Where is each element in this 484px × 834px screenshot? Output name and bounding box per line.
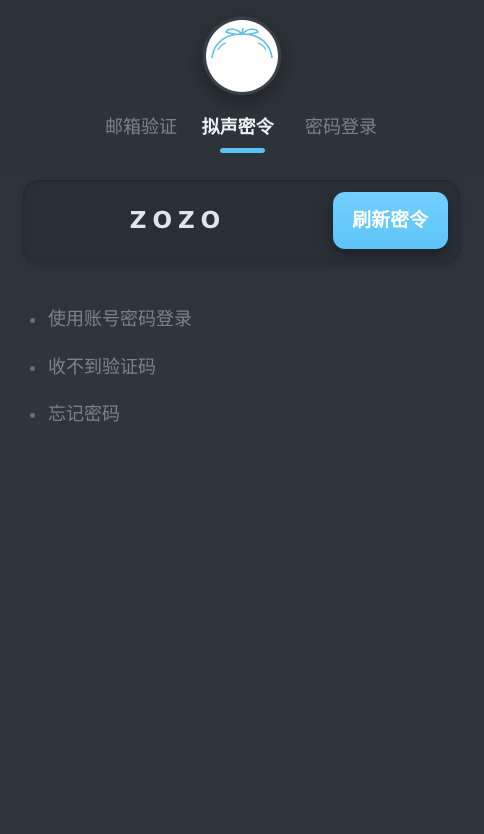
link-label: 使用账号密码登录: [48, 309, 192, 330]
login-method-tabs: 邮箱验证 拟声密令 密码登录: [0, 112, 484, 153]
refresh-code-button[interactable]: 刷新密令: [333, 192, 448, 249]
voice-code-card: ZOZO 刷新密令: [23, 180, 460, 263]
link-label: 忘记密码: [48, 404, 120, 425]
tab-voice-password[interactable]: 拟声密令: [202, 117, 274, 139]
link-label: 收不到验证码: [48, 356, 156, 378]
link-no-code-received[interactable]: 收不到验证码: [28, 356, 192, 404]
active-tab-indicator: [220, 148, 265, 153]
bullet-icon: [30, 318, 35, 323]
voice-code-value: ZOZO: [129, 208, 227, 234]
bullet-icon: [30, 365, 35, 371]
login-panel: 邮箱验证 拟声密令 密码登录 ZOZO 刷新密令 使用账号密码登录 收不到验证码…: [0, 0, 484, 834]
tab-password-login[interactable]: 密码登录: [305, 117, 377, 139]
avatar: [203, 17, 281, 95]
orange-avatar-icon: [206, 20, 278, 92]
help-links: 使用账号密码登录 收不到验证码 忘记密码: [28, 308, 192, 451]
tab-email-verify[interactable]: 邮箱验证: [105, 117, 177, 139]
link-account-password-login[interactable]: 使用账号密码登录: [28, 308, 192, 356]
bullet-icon: [30, 413, 35, 418]
link-forgot-password[interactable]: 忘记密码: [28, 403, 192, 451]
